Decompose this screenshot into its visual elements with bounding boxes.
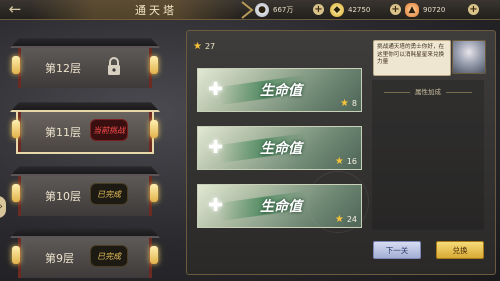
lantern-icon [150, 246, 158, 264]
reward-cost: ★ 8 [340, 98, 357, 109]
reward-cost-value: 24 [346, 215, 357, 224]
lantern-icon [12, 246, 20, 264]
stars-total-value: 27 [204, 42, 216, 51]
floor-11[interactable]: 第11层 当前挑战 [10, 100, 160, 158]
lantern-icon [150, 120, 158, 138]
silver-coin-icon: ● [255, 2, 269, 17]
floor-label: 第12层 [45, 62, 81, 75]
ingot-currency: ▲ 90720 [405, 2, 445, 17]
ingot-value: 90720 [423, 5, 446, 14]
silver-currency: ● 667万 [255, 2, 293, 17]
star-icon: ★ [339, 98, 349, 109]
reward-label: 生命值 [260, 141, 302, 157]
star-icon: ★ [193, 41, 202, 52]
page-title: 通天塔 [135, 4, 177, 17]
add-ingot-button[interactable]: + [468, 4, 479, 15]
lantern-icon [12, 184, 20, 202]
title-plate: 通天塔 [30, 0, 240, 20]
attribute-bonus-title: 属性加成 [378, 84, 478, 100]
lantern-icon [12, 120, 20, 138]
floor-label: 第10层 [45, 190, 81, 203]
floor-roof [10, 166, 160, 176]
gold-coin-icon: ◆ [330, 2, 344, 17]
reward-label: 生命值 [260, 83, 302, 99]
floor-10[interactable]: 第10层 已完成 [10, 164, 160, 222]
floor-roof [10, 102, 160, 112]
next-level-button[interactable]: 下一关 [373, 241, 421, 259]
reward-cost-value: 16 [346, 157, 357, 166]
reward-card-hp-1[interactable]: ✚ 生命值 ★ 8 [197, 68, 362, 112]
npc-speech-bubble: 挑战通天塔的勇士你好，在这里你可以消耗星星来兑换力量 [373, 40, 451, 76]
stars-total: ★ 27 [193, 41, 215, 52]
gold-value: 42750 [348, 5, 371, 14]
floor-body [18, 48, 152, 88]
back-arrow-icon[interactable]: ← [2, 1, 28, 18]
plus-cross-icon: ✚ [208, 79, 224, 100]
side-expand-arrow-icon[interactable]: › [0, 196, 6, 218]
reward-cost: ★ 16 [335, 156, 357, 167]
reward-label: 生命值 [260, 199, 302, 215]
exchange-button[interactable]: 兑换 [436, 241, 484, 259]
npc-avatar [452, 40, 486, 74]
attribute-bonus-panel: 属性加成 [372, 80, 484, 230]
plus-cross-icon: ✚ [208, 195, 224, 216]
star-icon: ★ [334, 156, 344, 167]
floor-roof [10, 228, 160, 238]
floor-body [18, 176, 152, 216]
star-icon: ★ [334, 214, 344, 225]
current-challenge-badge: 当前挑战 [90, 119, 128, 141]
silver-value: 667万 [273, 5, 294, 14]
floor-body [18, 112, 152, 152]
floor-9[interactable]: 第9层 已完成 [10, 226, 160, 281]
lantern-icon [12, 56, 20, 74]
completed-badge: 已完成 [90, 245, 128, 267]
lantern-icon [150, 56, 158, 74]
floor-roof [10, 38, 160, 48]
floor-12[interactable]: 第12层 [10, 36, 160, 94]
completed-badge: 已完成 [90, 183, 128, 205]
ornament-icon [241, 1, 254, 19]
gold-currency: ◆ 42750 [330, 2, 370, 17]
ingot-icon: ▲ [405, 2, 419, 17]
lantern-icon [150, 184, 158, 202]
reward-card-hp-3[interactable]: ✚ 生命值 ★ 24 [197, 184, 362, 228]
floor-label: 第11层 [45, 126, 81, 139]
reward-cost-value: 8 [351, 99, 357, 108]
add-silver-button[interactable]: + [313, 4, 324, 15]
reward-cost: ★ 24 [335, 214, 357, 225]
floor-body [18, 238, 152, 278]
add-gold-button[interactable]: + [390, 4, 401, 15]
plus-cross-icon: ✚ [208, 137, 224, 158]
reward-card-hp-2[interactable]: ✚ 生命值 ★ 16 [197, 126, 362, 170]
lock-icon [108, 57, 120, 75]
top-bar: ← 通天塔 ● 667万 + ◆ 42750 + ▲ 90720 + [0, 0, 500, 20]
floor-label: 第9层 [45, 252, 74, 265]
